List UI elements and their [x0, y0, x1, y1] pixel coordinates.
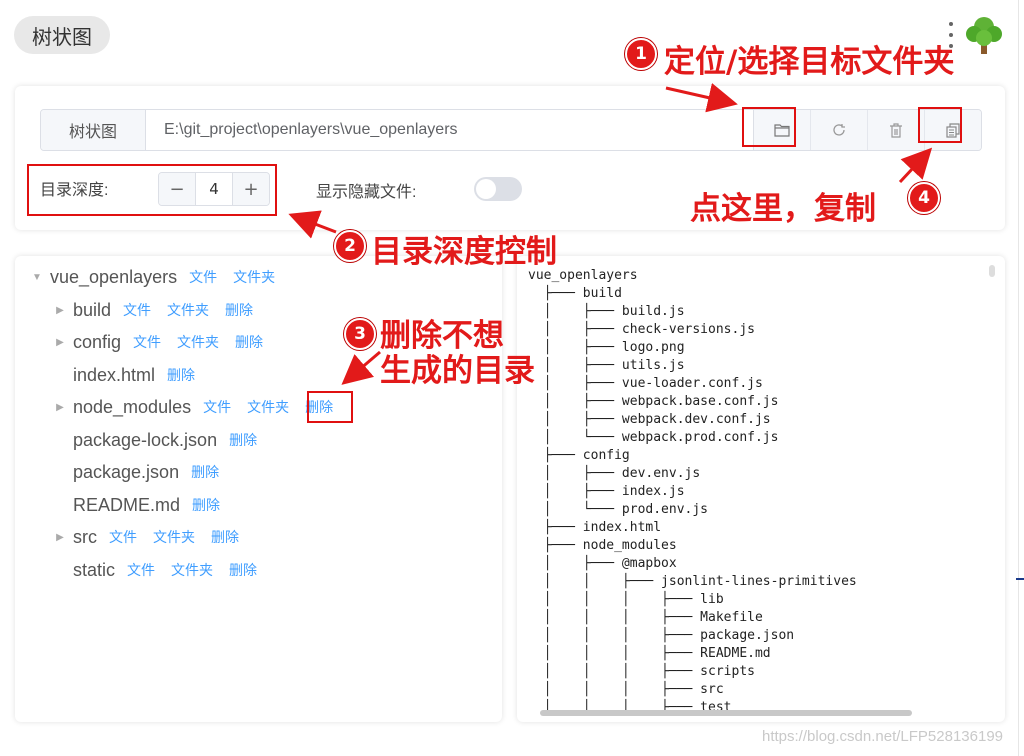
annotation-badge-4: 4	[908, 182, 940, 214]
annotation-text-4: 点这里，复制	[690, 191, 876, 227]
watermark: https://blog.csdn.net/LFP528136199	[762, 728, 1004, 745]
annotation-badge-3: 3	[344, 318, 376, 350]
window-edge	[1018, 0, 1019, 756]
arrow-3	[341, 350, 381, 385]
edge-marker	[1016, 578, 1024, 580]
arrow-1	[665, 83, 738, 113]
annotation-badge-2: 2	[334, 230, 366, 262]
annotation-text-1: 定位/选择目标文件夹	[664, 44, 955, 80]
arrow-4	[898, 147, 933, 184]
annotation-text-3-line2: 生成的目录	[380, 353, 535, 389]
annotation-text-2: 目录深度控制	[371, 234, 557, 270]
arrow-2	[288, 210, 337, 239]
annotation-badge-1: 1	[625, 38, 657, 70]
